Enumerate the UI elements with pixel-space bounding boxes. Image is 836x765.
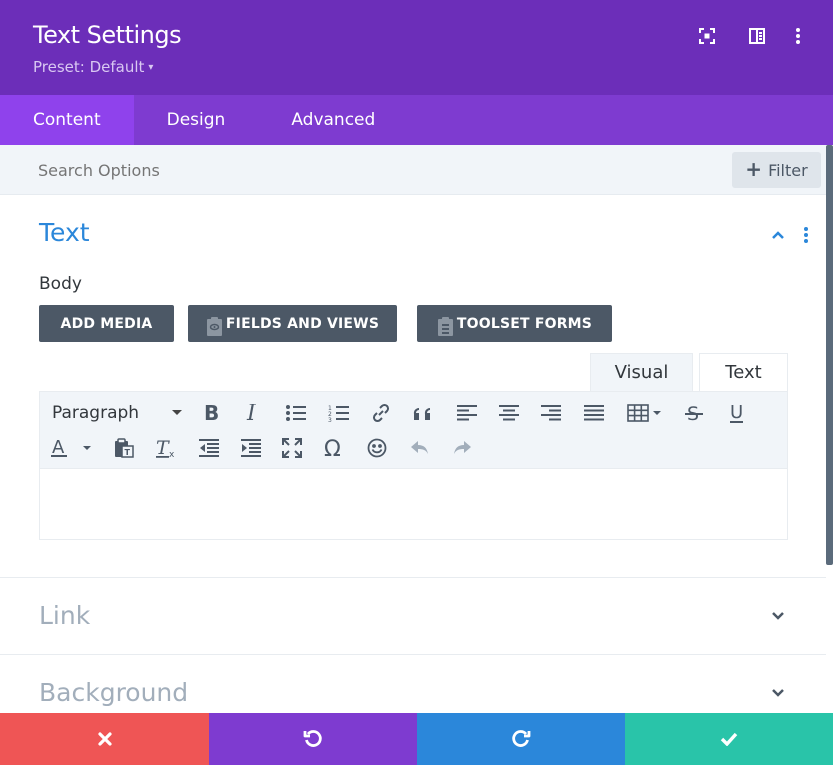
section-more-icon[interactable] [801, 224, 811, 246]
fields-and-views-label: FIELDS AND VIEWS [225, 315, 380, 332]
fullscreen-icon[interactable] [697, 26, 717, 46]
align-left-icon[interactable] [453, 399, 481, 427]
svg-text:B: B [204, 404, 219, 422]
tab-design[interactable]: Design [134, 95, 259, 145]
redo-button[interactable] [417, 713, 625, 765]
underline-icon[interactable]: U [723, 399, 751, 427]
chevron-up-icon[interactable] [769, 226, 787, 244]
preset-label: Preset: Default [33, 58, 145, 76]
omega-icon[interactable]: Ω [321, 434, 349, 462]
link-icon[interactable] [367, 399, 395, 427]
section-title-text[interactable]: Text [39, 218, 90, 247]
scrollbar[interactable] [826, 145, 833, 565]
chevron-down-icon[interactable] [769, 684, 787, 702]
search-input[interactable] [38, 161, 638, 180]
preset-selector[interactable]: Preset: Default ▾ [33, 58, 153, 76]
svg-text:Ω: Ω [324, 438, 341, 458]
svg-text:T: T [125, 448, 131, 457]
align-right-icon[interactable] [537, 399, 565, 427]
plus-icon: + [745, 157, 763, 181]
justify-icon[interactable] [580, 399, 608, 427]
modal-header: Text Settings Preset: Default ▾ [0, 0, 833, 95]
caret-down-icon [172, 410, 182, 415]
section-divider [0, 654, 826, 655]
add-media-label: ADD MEDIA [60, 315, 153, 332]
add-media-button[interactable]: ADD MEDIA [39, 305, 174, 342]
search-bar: + Filter [0, 145, 826, 195]
align-center-icon[interactable] [495, 399, 523, 427]
checkmark-icon [720, 732, 738, 746]
caret-down-icon: ▾ [148, 62, 154, 73]
toolset-forms-button[interactable]: TOOLSET FORMS [417, 305, 612, 342]
chevron-down-icon[interactable] [769, 607, 787, 625]
paste-text-icon[interactable]: T [110, 434, 138, 462]
blockquote-icon[interactable] [410, 399, 438, 427]
editor-content-area[interactable] [39, 468, 788, 540]
filter-label: Filter [768, 160, 808, 180]
italic-icon[interactable]: I [239, 399, 267, 427]
editor-tab-text[interactable]: Text [699, 353, 788, 391]
tab-advanced[interactable]: Advanced [258, 95, 408, 145]
modal-footer [0, 713, 833, 765]
redo-icon [512, 730, 531, 747]
format-select-value: Paragraph [52, 403, 140, 423]
editor-fullscreen-icon[interactable] [278, 434, 306, 462]
bullet-list-icon[interactable] [282, 399, 310, 427]
more-vertical-icon[interactable] [788, 26, 808, 46]
undo-icon[interactable] [406, 434, 434, 462]
toolset-forms-icon [437, 316, 454, 337]
save-button[interactable] [625, 713, 833, 765]
bold-icon[interactable]: B [197, 399, 225, 427]
table-icon[interactable] [625, 399, 665, 427]
clear-formatting-icon[interactable]: Tx [152, 434, 180, 462]
indent-icon[interactable] [237, 434, 265, 462]
undo-icon [303, 730, 322, 747]
format-select[interactable]: Paragraph [52, 400, 182, 426]
cancel-button[interactable] [0, 713, 209, 765]
emoji-icon[interactable] [363, 434, 391, 462]
editor-toolbar: Paragraph B I 123 U A T T x Ω [39, 391, 788, 468]
text-settings-modal: Text Settings Preset: Default ▾ Content … [0, 0, 833, 765]
fields-and-views-button[interactable]: FIELDS AND VIEWS [188, 305, 397, 342]
filter-button[interactable]: + Filter [732, 152, 821, 188]
numbered-list-icon[interactable]: 123 [325, 399, 353, 427]
close-icon [97, 732, 112, 746]
svg-text:T: T [156, 438, 170, 458]
outdent-icon[interactable] [195, 434, 223, 462]
svg-text:3: 3 [328, 417, 332, 422]
strikethrough-icon[interactable]: S [680, 399, 708, 427]
section-title-background[interactable]: Background [39, 678, 188, 707]
tab-content[interactable]: Content [0, 95, 134, 145]
section-title-link[interactable]: Link [39, 601, 90, 630]
svg-text:I: I [246, 404, 257, 422]
svg-text:U: U [730, 403, 743, 423]
body-label: Body [39, 274, 82, 294]
modal-title: Text Settings [33, 21, 182, 49]
text-color-icon[interactable]: A [48, 434, 96, 462]
toolset-forms-label: TOOLSET FORMS [456, 315, 593, 332]
redo-icon[interactable] [448, 434, 476, 462]
svg-text:x: x [169, 450, 175, 458]
split-view-icon[interactable] [747, 26, 767, 46]
fields-views-icon [206, 316, 223, 337]
settings-tabs: Content Design Advanced [0, 95, 833, 145]
editor-tab-visual[interactable]: Visual [590, 353, 693, 391]
section-divider [0, 577, 826, 578]
undo-button[interactable] [209, 713, 417, 765]
